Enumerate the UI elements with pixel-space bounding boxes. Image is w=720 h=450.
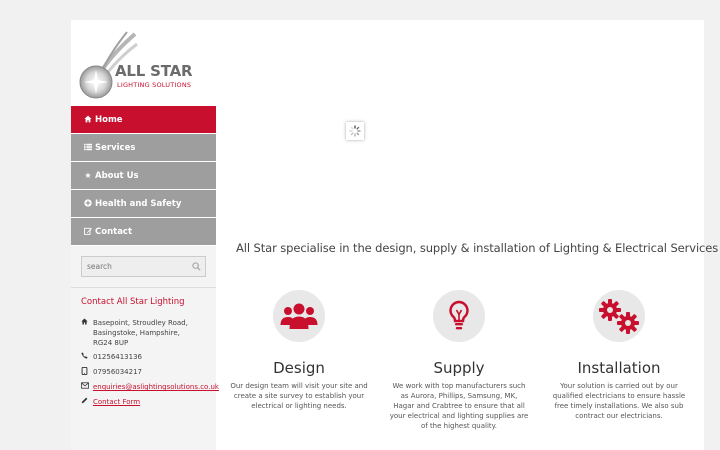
contact-panel: Contact All Star Lighting Basepoint, Str… [71,288,219,450]
brand-subtitle: LIGHTING SOLUTIONS [117,81,192,89]
search-input[interactable] [81,256,206,277]
nav-label: Services [95,142,136,153]
feature-icon-circle [273,290,325,342]
search-icon[interactable] [192,262,201,271]
nav-item-home[interactable]: Home [71,106,216,133]
home-icon [83,115,93,125]
phone-number: 01256413136 [93,353,142,361]
feature-icon-circle [433,290,485,342]
feature-text: Your solution is carried out by our qual… [552,382,686,420]
contact-form-row: Contact Form [81,397,140,407]
feature-supply: Supply We work with top manufacturers su… [389,290,529,431]
nav-label: Contact [95,226,133,237]
hero-slider[interactable] [216,20,704,235]
feature-icon-circle [593,290,645,342]
mobile-number: 07956034217 [93,368,142,376]
home-icon [81,318,93,348]
address-line-2: Basingstoke, Hampshire, [93,329,180,337]
tagline: All Star specialise in the design, suppl… [236,241,719,255]
main-nav: Home Services ★ About Us Health and Safe… [71,106,216,246]
users-icon [280,303,318,329]
address-line-3: RG24 8UP [93,339,129,347]
loading-spinner [346,122,364,140]
lightbulb-icon [449,300,469,330]
contact-address: Basepoint, Stroudley Road, Basingstoke, … [81,318,188,348]
search-panel [71,246,216,288]
nav-item-about-us[interactable]: ★ About Us [71,162,216,189]
feature-design: Design Our design team will visit your s… [229,290,369,411]
contact-form-link[interactable]: Contact Form [93,397,140,407]
plus-circle-icon [83,198,93,209]
star-icon: ★ [84,171,92,180]
feature-title: Installation [577,359,661,377]
brand-name: ALL STAR [115,62,193,80]
page-container: ALL STAR LIGHTING SOLUTIONS Home Service… [71,20,718,450]
feature-title: Design [273,359,325,377]
nav-item-services[interactable]: Services [71,134,216,161]
email-link[interactable]: enquiries@aslightingsolutions.co.uk [93,382,219,392]
nav-label: Home [95,114,123,125]
nav-item-contact[interactable]: Contact [71,218,216,245]
feature-text: We work with top manufacturers such as A… [389,382,529,430]
pencil-icon [81,397,93,407]
cogs-icon [599,299,639,334]
main-content: All Star specialise in the design, suppl… [216,20,718,450]
feature-text: Our design team will visit your site and… [230,382,368,410]
list-icon [83,143,93,153]
nav-label: Health and Safety [95,198,182,209]
edit-icon [83,227,93,237]
tagline-row: All Star specialise in the design, suppl… [226,241,718,255]
contact-title: Contact All Star Lighting [81,297,185,307]
feature-installation: Installation Your solution is carried ou… [549,290,689,421]
sidebar: ALL STAR LIGHTING SOLUTIONS Home Service… [71,20,219,450]
nav-label: About Us [95,170,139,181]
spinner-icon [349,125,361,137]
contact-email: enquiries@aslightingsolutions.co.uk [81,382,219,392]
contact-phone: 01256413136 [81,352,142,362]
phone-icon [81,352,93,362]
envelope-icon [81,382,93,392]
address-line-1: Basepoint, Stroudley Road, [93,319,188,327]
nav-item-health-and-safety[interactable]: Health and Safety [71,190,216,217]
contact-mobile: 07956034217 [81,366,142,378]
logo[interactable]: ALL STAR LIGHTING SOLUTIONS [79,30,209,100]
feature-title: Supply [433,359,485,377]
mobile-icon [81,366,93,378]
